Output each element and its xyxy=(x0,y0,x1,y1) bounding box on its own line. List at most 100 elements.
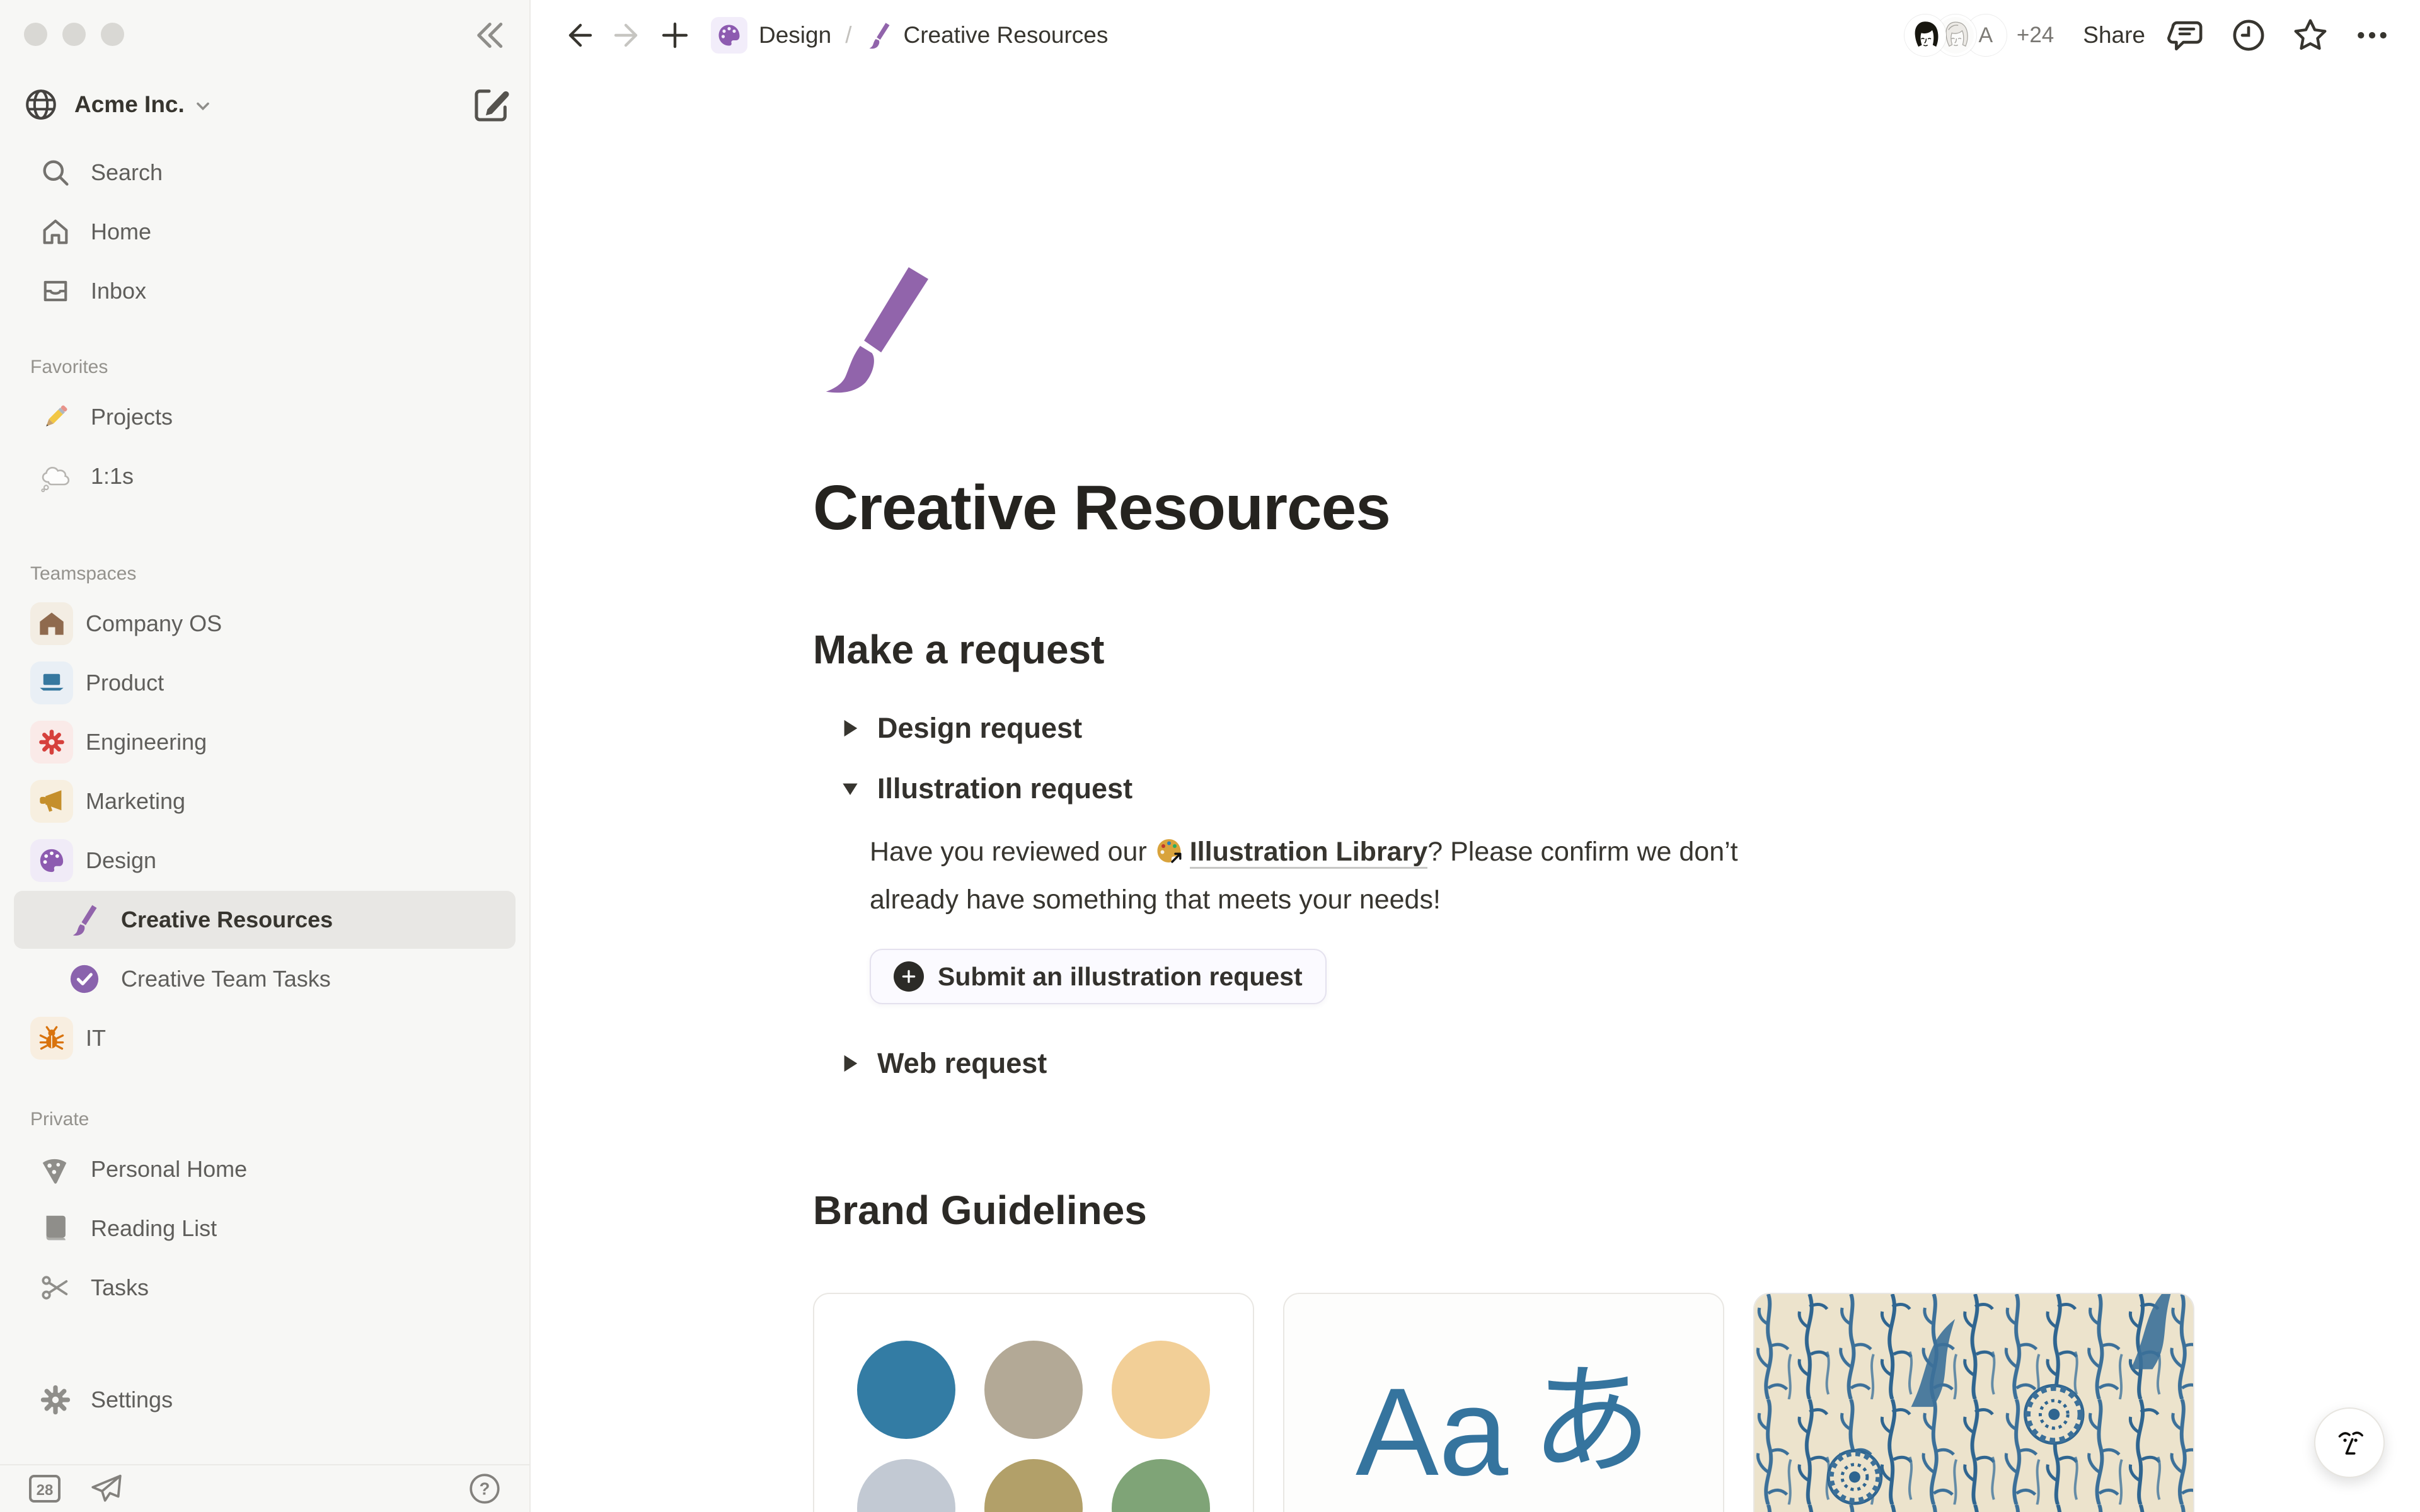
sidebar-item-reading-list[interactable]: Reading List xyxy=(14,1200,516,1257)
calendar-date-badge: 28 xyxy=(37,1483,54,1500)
inbox-icon xyxy=(38,273,73,309)
notion-ai-face-icon xyxy=(2330,1423,2369,1462)
megaphone-icon xyxy=(30,780,73,823)
toggle-illustration-request[interactable]: Illustration request xyxy=(813,759,2420,819)
typography-card[interactable]: Aa あ xyxy=(1283,1293,1724,1512)
sidebar-item-search[interactable]: Search xyxy=(14,144,516,202)
heading-make-a-request: Make a request xyxy=(813,626,2420,673)
brand-guidelines-cards: Aa あ xyxy=(813,1293,2420,1512)
clock-icon xyxy=(2229,16,2268,55)
sidebar-item-engineering[interactable]: Engineering xyxy=(14,713,516,771)
toggle-expanded-icon xyxy=(841,778,860,799)
toggle-label: Web request xyxy=(877,1047,1047,1080)
help-button[interactable]: ? xyxy=(466,1470,503,1507)
page-icon-paintbrush[interactable] xyxy=(813,265,944,396)
search-icon xyxy=(38,155,73,190)
submit-button-label: Submit an illustration request xyxy=(938,962,1303,992)
breadcrumb-label: Design xyxy=(759,22,831,49)
topbar-actions: A +24 Share xyxy=(1904,14,2392,56)
breadcrumb-label: Creative Resources xyxy=(903,22,1108,49)
sidebar-item-label: Design xyxy=(86,847,156,874)
more-options-button[interactable] xyxy=(2352,15,2392,55)
close-window-button[interactable] xyxy=(24,23,47,46)
minimize-window-button[interactable] xyxy=(62,23,86,46)
sidebar-item-label: Search xyxy=(91,159,163,186)
comment-icon xyxy=(2167,16,2206,55)
sidebar-item-product[interactable]: Product xyxy=(14,654,516,712)
pizza-icon xyxy=(38,1152,73,1187)
arrow-left-icon xyxy=(562,18,597,53)
scissors-icon xyxy=(38,1270,73,1305)
illustration-library-page-link[interactable]: Illustration Library xyxy=(1155,837,1428,867)
page-content: Creative Resources Make a request Design… xyxy=(531,71,2420,1512)
sidebar-item-inbox[interactable]: Inbox xyxy=(14,262,516,320)
invite-members-button[interactable] xyxy=(88,1470,125,1507)
calendar-icon: 28 xyxy=(29,1475,60,1503)
check-circle-icon xyxy=(67,961,102,997)
new-tab-button[interactable] xyxy=(655,16,694,55)
house-icon xyxy=(30,602,73,645)
color-swatch xyxy=(857,1459,955,1512)
sidebar-item-1-1s[interactable]: 1:1s xyxy=(14,447,516,505)
comments-button[interactable] xyxy=(2167,15,2207,55)
thought-balloon-emoji-icon xyxy=(38,459,73,494)
illustration-request-body: Have you reviewed our Illustration Libra… xyxy=(870,828,1796,924)
breadcrumb-item-creative-resources[interactable]: Creative Resources xyxy=(865,21,1108,49)
body-text-before: Have you reviewed our xyxy=(870,837,1155,867)
paper-plane-icon xyxy=(89,1471,124,1506)
sidebar-item-it[interactable]: IT xyxy=(14,1009,516,1067)
sidebar-item-home[interactable]: Home xyxy=(14,203,516,261)
color-swatch xyxy=(984,1341,1083,1439)
sidebar-item-label: Creative Resources xyxy=(121,907,333,933)
toggle-design-request[interactable]: Design request xyxy=(813,698,2420,759)
palette-icon xyxy=(30,839,73,882)
sidebar-item-design[interactable]: Design xyxy=(14,832,516,890)
sidebar-item-label: Inbox xyxy=(91,278,146,304)
ellipsis-icon xyxy=(2353,16,2392,55)
toggle-web-request[interactable]: Web request xyxy=(813,1033,2420,1094)
sidebar-item-tasks[interactable]: Tasks xyxy=(14,1259,516,1317)
calendar-button[interactable]: 28 xyxy=(26,1470,63,1507)
presence-overflow-count[interactable]: +24 xyxy=(2017,23,2054,48)
presence-avatars: A xyxy=(1904,14,2007,56)
book-icon xyxy=(38,1211,73,1246)
zoom-window-button[interactable] xyxy=(101,23,124,46)
sidebar-main-nav: Search Home Inbox xyxy=(0,144,529,320)
sidebar-item-personal-home[interactable]: Personal Home xyxy=(14,1140,516,1198)
sidebar-item-label: Creative Team Tasks xyxy=(121,966,331,992)
home-icon xyxy=(38,214,73,249)
sidebar-item-settings[interactable]: Settings xyxy=(14,1371,516,1429)
sidebar-collapse-button[interactable] xyxy=(470,16,508,54)
star-icon xyxy=(2291,16,2330,55)
color-palette-card[interactable] xyxy=(813,1293,1254,1512)
breadcrumb-item-design[interactable]: Design xyxy=(711,17,831,54)
back-button[interactable] xyxy=(560,16,599,55)
sidebar-item-label: Projects xyxy=(91,404,173,430)
favorite-button[interactable] xyxy=(2290,15,2331,55)
pencil-emoji-icon xyxy=(38,399,73,435)
avatar-user-1[interactable] xyxy=(1904,14,1946,56)
new-page-button[interactable] xyxy=(471,84,512,125)
sidebar-item-label: IT xyxy=(86,1025,106,1051)
workspace-switcher[interactable]: Acme Inc. xyxy=(23,74,512,135)
sidebar-private: Personal Home Reading List Tasks Setting… xyxy=(0,1140,529,1429)
sidebar-favorites: Projects 1:1s xyxy=(0,388,529,505)
submit-illustration-request-button[interactable]: Submit an illustration request xyxy=(870,949,1327,1004)
forward-button[interactable] xyxy=(608,16,647,55)
notion-ai-button[interactable] xyxy=(2314,1407,2385,1478)
sidebar-item-creative-team-tasks[interactable]: Creative Team Tasks xyxy=(14,950,516,1008)
share-button[interactable]: Share xyxy=(2083,22,2145,49)
plus-icon xyxy=(657,18,693,53)
double-chevron-left-icon xyxy=(470,16,508,54)
history-button[interactable] xyxy=(2228,15,2269,55)
section-label-favorites: Favorites xyxy=(30,357,529,378)
toggle-label: Illustration request xyxy=(877,772,1132,805)
sidebar-item-creative-resources[interactable]: Creative Resources xyxy=(14,891,516,949)
latin-type-sample: Aa xyxy=(1356,1370,1508,1494)
sidebar-item-marketing[interactable]: Marketing xyxy=(14,772,516,830)
sidebar-item-label: 1:1s xyxy=(91,463,134,490)
sidebar-item-label: Home xyxy=(91,219,151,245)
floral-pattern-card[interactable] xyxy=(1753,1293,2194,1512)
sidebar-item-company-os[interactable]: Company OS xyxy=(14,595,516,653)
sidebar-item-projects[interactable]: Projects xyxy=(14,388,516,446)
